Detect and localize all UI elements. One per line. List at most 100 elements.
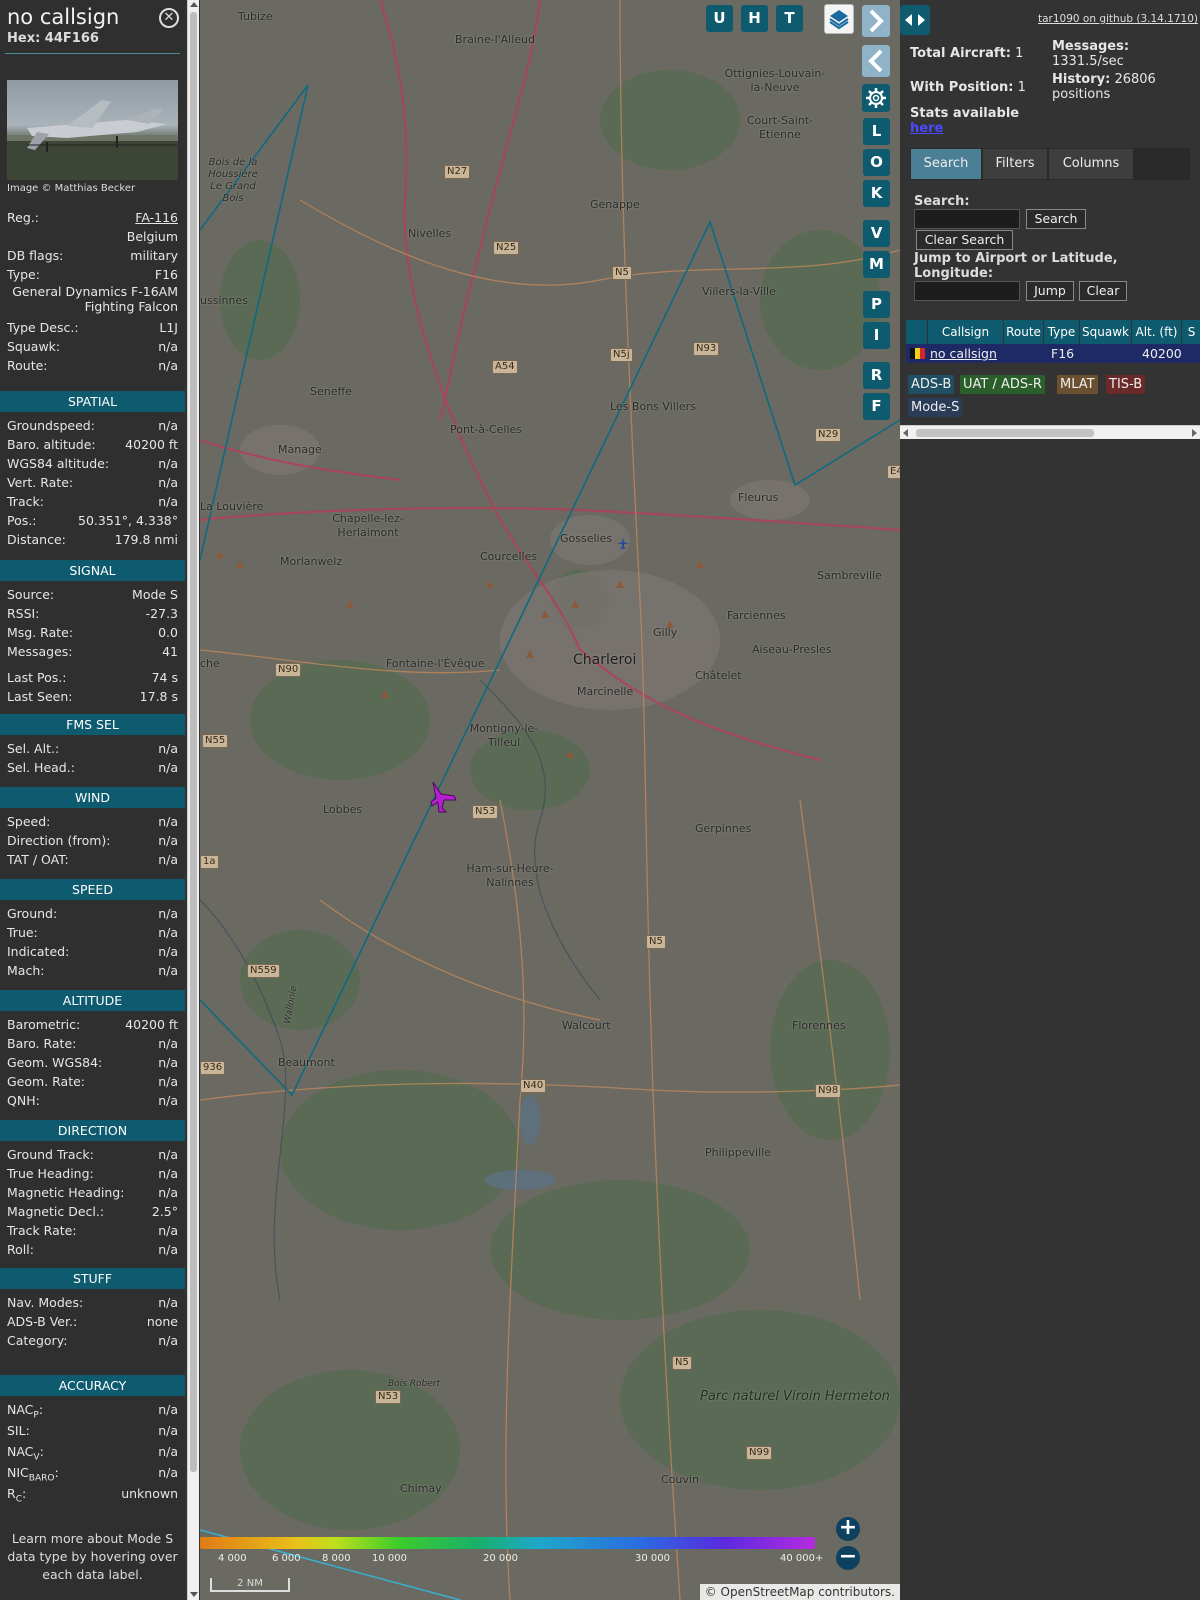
info-row-label[interactable]: True Heading: [7, 1166, 94, 1184]
info-row-label[interactable]: RSSI: [7, 606, 39, 624]
close-icon[interactable]: ✕ [159, 8, 179, 28]
toggle-v-button[interactable]: V [863, 220, 890, 247]
info-row-label[interactable]: Squawk: [7, 339, 60, 357]
column-altitude[interactable]: Alt. (ft) [1132, 320, 1182, 344]
info-row-label[interactable]: Distance: [7, 532, 66, 550]
info-row-label[interactable]: Baro. altitude: [7, 437, 96, 455]
expand-panel-button[interactable] [862, 5, 890, 37]
aircraft-photo[interactable] [7, 80, 178, 180]
toggle-u-button[interactable]: U [706, 5, 733, 32]
settings-button[interactable] [862, 84, 890, 112]
info-row-label[interactable]: Type: [7, 267, 40, 285]
registration-link[interactable]: FA-116 [135, 210, 178, 225]
jump-button[interactable]: Jump [1026, 281, 1074, 301]
column-type[interactable]: Type [1044, 320, 1080, 344]
info-row-label[interactable]: Track Rate: [7, 1223, 77, 1241]
toggle-r-button[interactable]: R [863, 362, 890, 389]
info-row-label[interactable]: Nav. Modes: [7, 1295, 83, 1313]
info-row-label[interactable]: True: [7, 925, 38, 943]
info-row-label[interactable]: Magnetic Decl.: [7, 1204, 104, 1222]
tab-filters[interactable]: Filters [983, 149, 1047, 179]
toggle-i-button[interactable]: I [863, 322, 890, 349]
info-row-label[interactable]: Ground: [7, 906, 57, 924]
row-callsign[interactable]: no callsign [930, 344, 997, 363]
info-row-label[interactable]: QNH: [7, 1093, 40, 1111]
clear-search-button[interactable]: Clear Search [916, 230, 1013, 250]
map-attribution[interactable]: © OpenStreetMap contributors. [699, 1584, 900, 1600]
search-button[interactable]: Search [1026, 209, 1086, 229]
search-input[interactable] [914, 209, 1020, 229]
info-row-label[interactable]: Groundspeed: [7, 418, 95, 436]
scroll-thumb[interactable] [916, 429, 1094, 437]
scroll-left-icon[interactable] [903, 429, 908, 437]
info-row-label[interactable]: DB flags: [7, 248, 63, 266]
info-row-label[interactable]: SIL: [7, 1423, 30, 1441]
info-row-label[interactable]: Last Pos.: [7, 670, 66, 688]
info-row-label[interactable]: NACV: [7, 1444, 44, 1463]
info-row-label[interactable]: NICBARO: [7, 1465, 59, 1484]
toggle-h-button[interactable]: H [741, 5, 768, 32]
column-callsign[interactable]: Callsign [928, 320, 1004, 344]
scroll-up-icon[interactable] [190, 2, 198, 7]
toggle-k-button[interactable]: K [863, 180, 890, 207]
scroll-down-icon[interactable] [190, 1592, 198, 1597]
stats-link[interactable]: here [910, 121, 943, 136]
info-row-label[interactable]: Sel. Alt.: [7, 741, 59, 759]
zoom-out-button[interactable]: − [836, 1546, 860, 1570]
toggle-m-button[interactable]: M [863, 251, 890, 278]
tab-search[interactable]: Search [911, 149, 981, 179]
info-row-label[interactable]: Direction (from): [7, 833, 111, 851]
table-horizontal-scrollbar[interactable] [900, 425, 1200, 439]
info-row-label[interactable]: NACP: [7, 1402, 43, 1421]
toggle-o-button[interactable]: O [863, 149, 890, 176]
info-row-label[interactable]: Magnetic Heading: [7, 1185, 124, 1203]
info-row-label[interactable]: Reg.: [7, 210, 39, 228]
scroll-thumb[interactable] [190, 12, 197, 1472]
toggle-t-button[interactable]: T [776, 5, 803, 32]
info-row-label[interactable]: Geom. WGS84: [7, 1055, 102, 1073]
info-row-label[interactable]: Speed: [7, 814, 50, 832]
info-row-label[interactable]: Barometric: [7, 1017, 80, 1035]
info-row-label[interactable]: TAT / OAT: [7, 852, 69, 870]
column-route[interactable]: Route [1004, 320, 1044, 344]
info-row-label[interactable]: Geom. Rate: [7, 1074, 85, 1092]
layers-button[interactable] [824, 4, 854, 34]
toggle-l-button[interactable]: L [863, 118, 890, 145]
info-row-label[interactable]: Type Desc.: [7, 320, 79, 338]
info-row-label[interactable]: Messages: [7, 644, 73, 662]
column-flag[interactable] [906, 320, 928, 344]
collapse-panel-button[interactable] [862, 45, 890, 77]
info-row-label[interactable]: WGS84 altitude: [7, 456, 109, 474]
airport-icon[interactable] [616, 536, 630, 550]
toggle-sidebar-button[interactable] [900, 5, 930, 35]
jump-input[interactable] [914, 281, 1020, 301]
info-row-label[interactable]: Msg. Rate: [7, 625, 73, 643]
info-row-label[interactable]: Source: [7, 587, 54, 605]
info-row-label[interactable]: Vert. Rate: [7, 475, 73, 493]
info-row-label[interactable]: ADS-B Ver.: [7, 1314, 77, 1332]
info-row-label[interactable]: Roll: [7, 1242, 34, 1260]
column-squawk[interactable]: Squawk [1080, 320, 1132, 344]
zoom-in-button[interactable]: + [836, 1517, 860, 1541]
selected-aircraft-icon[interactable] [428, 780, 458, 814]
table-row[interactable]: no callsign F16 40200 [906, 344, 1200, 363]
info-row-label[interactable]: Last Seen: [7, 689, 72, 707]
toggle-f-button[interactable]: F [863, 393, 890, 420]
clear-button[interactable]: Clear [1079, 281, 1127, 301]
info-row-label[interactable]: Category: [7, 1333, 67, 1351]
toggle-p-button[interactable]: P [863, 291, 890, 318]
info-row-label[interactable]: RC: [7, 1486, 26, 1505]
github-link[interactable]: tar1090 on github (3.14.1710) [1038, 13, 1198, 25]
row-callsign-link[interactable]: no callsign [930, 346, 997, 361]
tab-columns[interactable]: Columns [1049, 149, 1133, 179]
info-row-label[interactable]: Track: [7, 494, 44, 512]
column-speed[interactable]: S [1182, 320, 1200, 344]
info-row-label[interactable]: Mach: [7, 963, 44, 981]
info-row-label[interactable]: Sel. Head.: [7, 760, 75, 778]
info-row-label[interactable]: Route: [7, 358, 48, 376]
info-row-label[interactable]: Baro. Rate: [7, 1036, 76, 1054]
scroll-right-icon[interactable] [1192, 429, 1197, 437]
info-row-label[interactable]: Ground Track: [7, 1147, 94, 1165]
info-row-label[interactable]: Indicated: [7, 944, 69, 962]
map-view[interactable]: Tubize Braine-l'Alleud Ottignies-Louvain… [200, 0, 900, 1600]
